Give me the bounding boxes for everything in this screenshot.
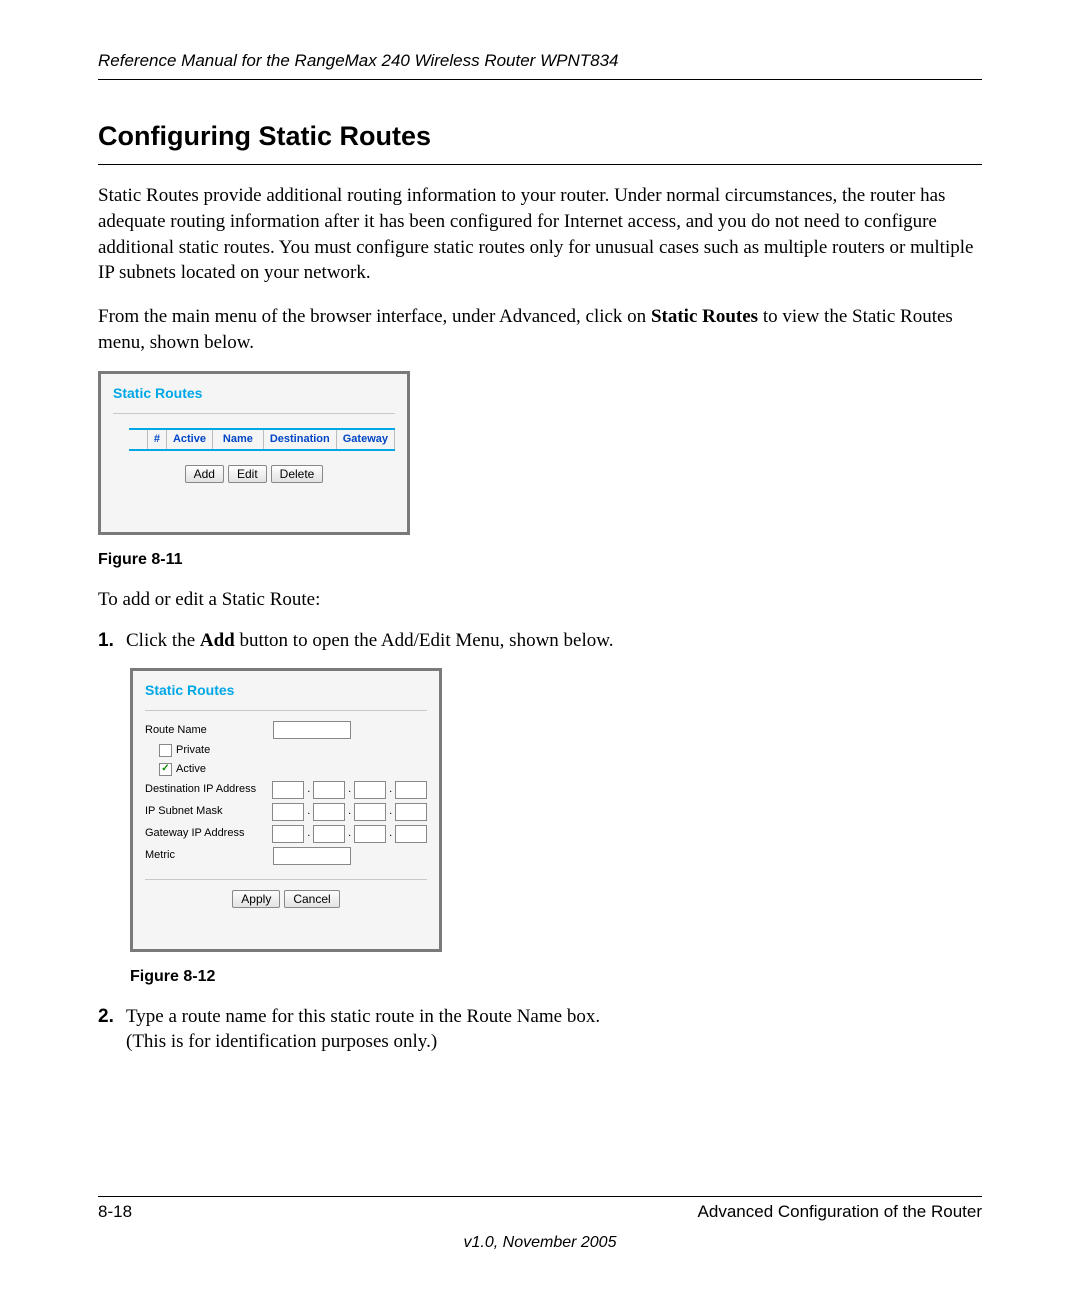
dest-ip-oct4[interactable] — [395, 781, 427, 799]
body-paragraph-1: Static Routes provide additional routing… — [98, 183, 982, 286]
subnet-oct3[interactable] — [354, 803, 386, 821]
subnet-oct4[interactable] — [395, 803, 427, 821]
delete-button[interactable]: Delete — [271, 465, 324, 483]
private-row: Private — [145, 743, 427, 758]
step-1: 1. Click the Add button to open the Add/… — [98, 628, 982, 654]
dest-ip-row: Destination IP Address . . . — [145, 781, 427, 799]
gw-ip-label: Gateway IP Address — [145, 826, 272, 841]
gw-ip-oct2[interactable] — [313, 825, 345, 843]
route-name-label: Route Name — [145, 723, 273, 738]
dest-ip-oct3[interactable] — [354, 781, 386, 799]
metric-label: Metric — [145, 848, 273, 863]
step-1-post: button to open the Add/Edit Menu, shown … — [235, 630, 614, 651]
add-bold: Add — [200, 630, 235, 651]
step-intro: To add or edit a Static Route: — [98, 587, 982, 613]
section-title: Configuring Static Routes — [98, 118, 982, 165]
step-2-number: 2. — [98, 1004, 126, 1055]
apply-button[interactable]: Apply — [232, 890, 280, 908]
gw-ip-oct4[interactable] — [395, 825, 427, 843]
p2-pre: From the main menu of the browser interf… — [98, 306, 651, 327]
page-number: 8-18 — [98, 1201, 132, 1224]
dest-ip-oct2[interactable] — [313, 781, 345, 799]
metric-input[interactable] — [273, 847, 351, 865]
body-paragraph-2: From the main menu of the browser interf… — [98, 304, 982, 355]
form-divider — [145, 879, 427, 880]
active-row: ✓ Active — [145, 762, 427, 777]
figure-8-12-caption: Figure 8-12 — [130, 966, 982, 988]
static-routes-form-panel: Static Routes Route Name Private ✓ Activ… — [130, 668, 442, 952]
gw-ip-row: Gateway IP Address . . . — [145, 825, 427, 843]
subnet-row: IP Subnet Mask . . . — [145, 803, 427, 821]
active-label: Active — [176, 762, 206, 777]
panel2-title: Static Routes — [145, 681, 427, 711]
step-1-pre: Click the — [126, 630, 200, 651]
private-label: Private — [176, 743, 210, 758]
gw-ip-oct1[interactable] — [272, 825, 304, 843]
route-name-input[interactable] — [273, 721, 351, 739]
add-button[interactable]: Add — [185, 465, 224, 483]
col-active: Active — [166, 430, 212, 449]
panel1-title: Static Routes — [113, 384, 395, 414]
dest-ip-label: Destination IP Address — [145, 782, 272, 797]
step-1-number: 1. — [98, 628, 126, 654]
figure-8-11-caption: Figure 8-11 — [98, 549, 982, 571]
dest-ip-oct1[interactable] — [272, 781, 304, 799]
edit-button[interactable]: Edit — [228, 465, 267, 483]
col-hash: # — [147, 430, 166, 449]
step-2-line1: Type a route name for this static route … — [126, 1006, 600, 1027]
version-info: v1.0, November 2005 — [98, 1232, 982, 1254]
col-destination: Destination — [263, 430, 336, 449]
step-2: 2. Type a route name for this static rou… — [98, 1004, 982, 1055]
static-routes-list-panel: Static Routes # Active Name Destination … — [98, 371, 410, 535]
col-gateway: Gateway — [336, 430, 395, 449]
col-name: Name — [212, 430, 263, 449]
subnet-oct1[interactable] — [272, 803, 304, 821]
col-blank — [129, 430, 147, 449]
cancel-button[interactable]: Cancel — [284, 890, 339, 908]
gw-ip-oct3[interactable] — [354, 825, 386, 843]
active-checkbox[interactable]: ✓ — [159, 763, 172, 776]
step-1-text: Click the Add button to open the Add/Edi… — [126, 628, 982, 654]
static-routes-bold: Static Routes — [651, 306, 758, 327]
private-checkbox[interactable] — [159, 744, 172, 757]
subnet-oct2[interactable] — [313, 803, 345, 821]
subnet-label: IP Subnet Mask — [145, 804, 272, 819]
step-2-text: Type a route name for this static route … — [126, 1004, 982, 1055]
route-name-row: Route Name — [145, 721, 427, 739]
running-header: Reference Manual for the RangeMax 240 Wi… — [98, 50, 982, 80]
metric-row: Metric — [145, 847, 427, 865]
chapter-title: Advanced Configuration of the Router — [698, 1201, 982, 1224]
page-footer: 8-18 Advanced Configuration of the Route… — [98, 1196, 982, 1254]
static-routes-table-header: # Active Name Destination Gateway — [129, 428, 395, 451]
step-2-line2: (This is for identification purposes onl… — [126, 1031, 437, 1052]
